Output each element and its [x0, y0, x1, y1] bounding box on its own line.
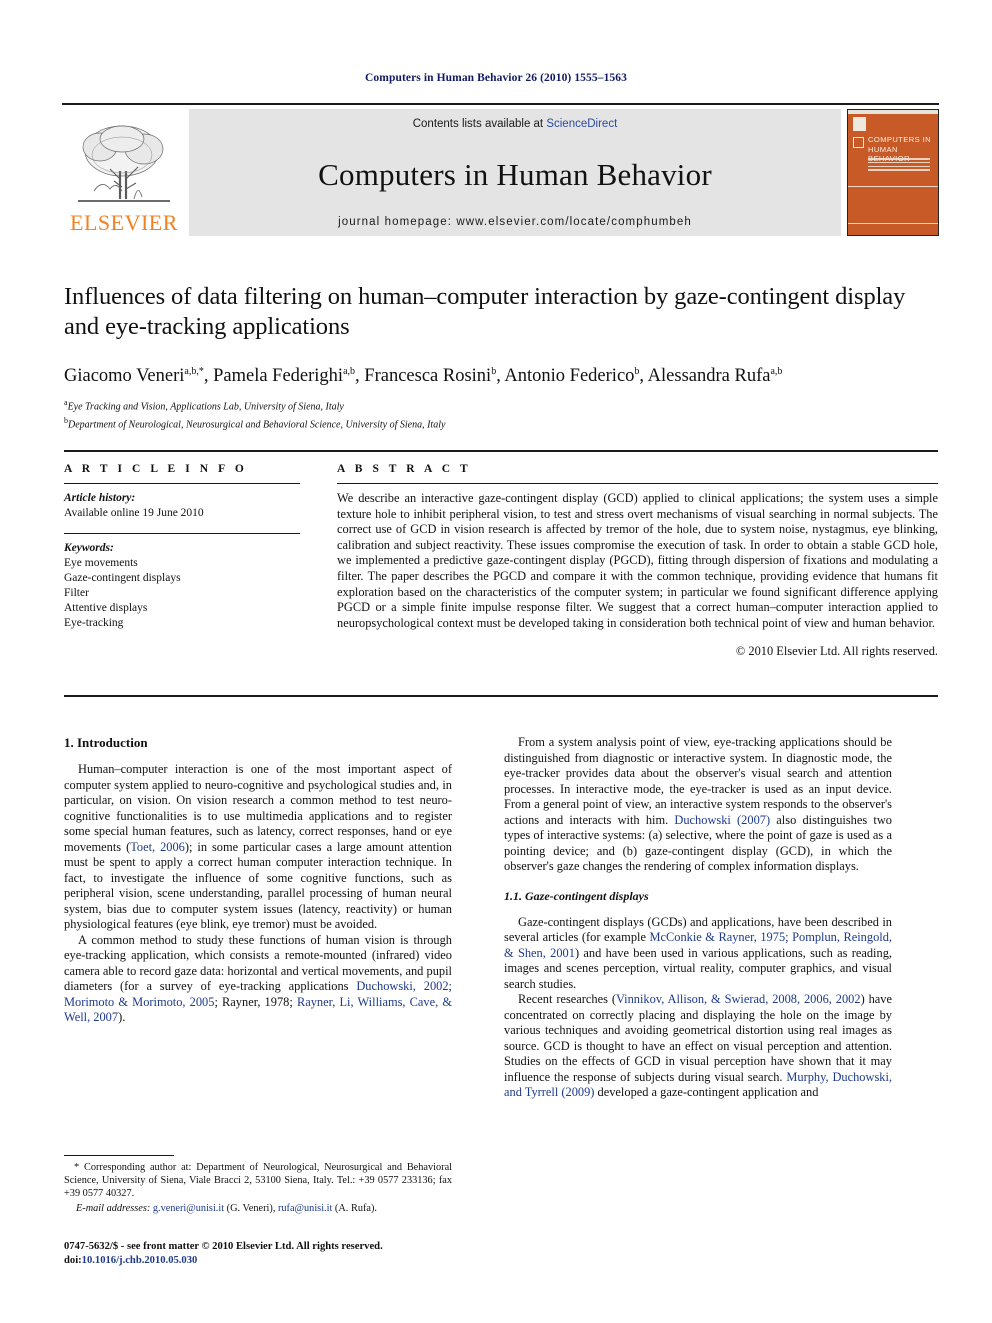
email-addresses-note: E-mail addresses: g.veneri@unisi.it (G. … [64, 1202, 452, 1215]
journal-homepage-link[interactable]: journal homepage: www.elsevier.com/locat… [338, 216, 692, 228]
author-list: Giacomo Veneria,b,*, Pamela Federighia,b… [64, 366, 783, 387]
paragraph-text: developed a gaze-contingent application … [594, 1085, 819, 1099]
paragraph-text: ; Rayner, 1978; [214, 994, 297, 1009]
keyword-item: Eye-tracking [64, 617, 124, 629]
paragraph: Recent researches (Vinnikov, Allison, & … [504, 992, 892, 1101]
author-affil-mark: a,b,* [184, 366, 204, 377]
issn-front-matter-line: 0747-5632/$ - see front matter © 2010 El… [64, 1241, 383, 1252]
paragraph: Gaze-contingent displays (GCDs) and appl… [504, 915, 892, 993]
keywords-block: Keywords: Eye movements Gaze-contingent … [64, 533, 300, 631]
author-name: Alessandra Rufa [647, 366, 771, 387]
section-heading-introduction: 1. Introduction [64, 735, 148, 750]
journal-title: Computers in Human Behavior [318, 156, 712, 192]
elsevier-tree-icon [70, 121, 178, 213]
paragraph-text: ). [118, 1010, 126, 1024]
running-head: Computers in Human Behavior 26 (2010) 15… [365, 72, 627, 84]
author-entry: Antonio Federicob [504, 366, 639, 386]
keywords-label: Keywords: [64, 542, 114, 554]
author-name: Pamela Federighi [213, 366, 344, 387]
author-name: Antonio Federico [504, 366, 635, 387]
elsevier-logo: ELSEVIER [62, 109, 186, 236]
cover-rule-2 [848, 223, 938, 225]
author-entry: Giacomo Veneria,b,* [64, 366, 204, 386]
affiliation-item: bDepartment of Neurological, Neurosurgic… [64, 414, 936, 432]
body-column-left: 1. Introduction Human–computer interacti… [64, 735, 452, 1026]
paragraph-text: Recent researches ( [518, 992, 616, 1006]
keyword-item: Gaze-contingent displays [64, 572, 181, 584]
article-history-label: Article history: [64, 492, 136, 504]
footnote-divider [64, 1155, 174, 1156]
cover-top-bar [848, 110, 938, 114]
doi-link[interactable]: 10.1016/j.chb.2010.05.030 [82, 1255, 198, 1266]
author-affil-mark: b [491, 366, 497, 377]
cover-subtitle-lines [868, 158, 930, 173]
abstract-text: We describe an interactive gaze-continge… [337, 491, 938, 630]
cover-publisher-mark-icon [853, 117, 866, 131]
abstract-column: A B S T R A C T We describe an interacti… [316, 452, 938, 695]
article-info-heading: A R T I C L E I N F O [64, 463, 248, 475]
author-entry: Pamela Federighia,b [213, 366, 355, 386]
cover-square-icon [853, 137, 864, 148]
email-link[interactable]: g.veneri@unisi.it [153, 1203, 224, 1214]
paragraph: A common method to study these functions… [64, 933, 452, 1026]
email-owner: (G. Veneri), [224, 1203, 278, 1214]
author-affil-mark: b [634, 366, 640, 377]
cover-title-line-1: COMPUTERS IN [868, 135, 932, 144]
elsevier-wordmark: ELSEVIER [70, 210, 178, 235]
author-affil-mark: a,b [770, 366, 783, 377]
imprint-block: 0747-5632/$ - see front matter © 2010 El… [64, 1240, 494, 1267]
keyword-item: Attentive displays [64, 602, 148, 614]
email-label: E-mail addresses: [76, 1203, 151, 1214]
copyright-line: © 2010 Elsevier Ltd. All rights reserved… [735, 644, 938, 659]
author-affil-mark: a,b [343, 366, 356, 377]
article-first-page: Computers in Human Behavior 26 (2010) 15… [0, 0, 992, 1323]
email-link[interactable]: rufa@unisi.it [278, 1203, 332, 1214]
affiliation-text: Eye Tracking and Vision, Applications La… [67, 401, 344, 413]
keyword-item: Filter [64, 587, 89, 599]
divider [337, 483, 938, 484]
title-block: Influences of data filtering on human–co… [64, 282, 936, 432]
article-history-value: Available online 19 June 2010 [64, 507, 204, 519]
subsection-heading-gaze-contingent-displays: 1.1. Gaze-contingent displays [504, 888, 649, 903]
corresponding-author-note: * Corresponding author at: Department of… [64, 1162, 452, 1199]
citation-link[interactable]: Duchowski (2007) [674, 813, 770, 827]
journal-band: Contents lists available at ScienceDirec… [189, 109, 841, 236]
article-info-column: A R T I C L E I N F O Article history: A… [64, 452, 316, 695]
journal-cover-thumbnail[interactable]: COMPUTERS IN HUMAN BEHAVIOR [847, 109, 939, 236]
sciencedirect-link[interactable]: ScienceDirect [546, 118, 617, 130]
info-abstract-panel: A R T I C L E I N F O Article history: A… [64, 450, 938, 697]
cover-rule-1 [848, 186, 938, 188]
author-entry: Alessandra Rufaa,b [648, 366, 783, 386]
affiliation-text: Department of Neurological, Neurosurgica… [68, 419, 446, 431]
doi-line: doi:10.1016/j.chb.2010.05.030 [64, 1254, 494, 1268]
contents-list-line: Contents lists available at ScienceDirec… [413, 118, 618, 130]
paragraph: From a system analysis point of view, ey… [504, 735, 892, 875]
divider [64, 533, 300, 534]
citation-link[interactable]: Toet, 2006 [130, 840, 185, 854]
footnote-block: * Corresponding author at: Department of… [64, 1155, 452, 1215]
contents-prefix: Contents lists available at [412, 118, 547, 130]
email-owner: (A. Rufa). [332, 1203, 377, 1214]
affiliation-list: aEye Tracking and Vision, Applications L… [64, 396, 936, 432]
author-name: Giacomo Veneri [64, 366, 185, 387]
body-column-right: From a system analysis point of view, ey… [504, 735, 892, 1101]
citation-link[interactable]: Vinnikov, Allison, & Swierad, 2008, 2006… [616, 992, 861, 1006]
page-title: Influences of data filtering on human–co… [64, 283, 906, 340]
author-entry: Francesca Rosinib [364, 366, 496, 386]
keyword-item: Eye movements [64, 557, 138, 569]
affiliation-item: aEye Tracking and Vision, Applications L… [64, 396, 936, 414]
divider [64, 483, 300, 484]
abstract-heading: A B S T R A C T [337, 463, 472, 475]
author-name: Francesca Rosini [364, 366, 492, 387]
doi-prefix: doi: [64, 1254, 82, 1266]
paragraph: Human–computer interaction is one of the… [64, 762, 452, 933]
journal-masthead: ELSEVIER Contents lists available at Sci… [62, 103, 939, 236]
